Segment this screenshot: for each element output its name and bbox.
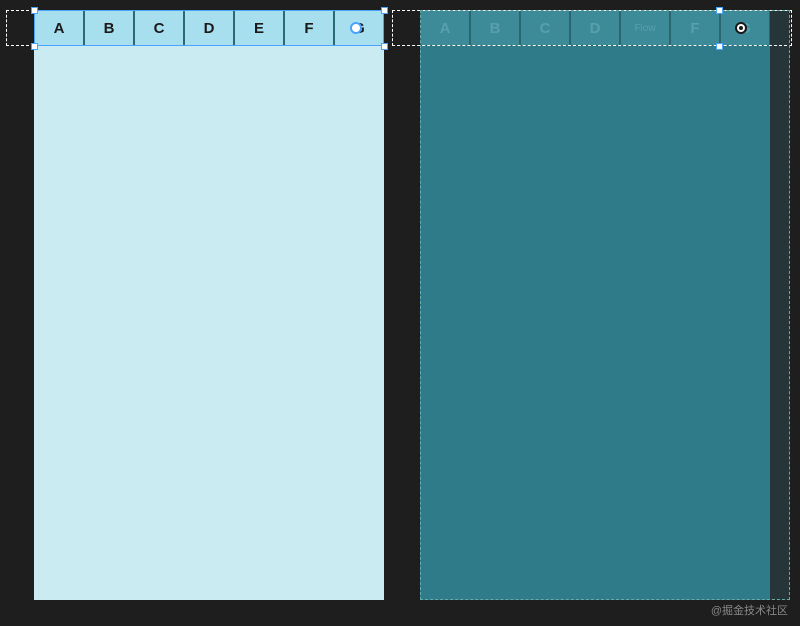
resize-handle[interactable] <box>31 43 38 50</box>
header-cell[interactable]: F <box>284 10 334 46</box>
header-cell-flow[interactable]: Flow <box>620 10 670 46</box>
resize-handle[interactable] <box>716 43 723 50</box>
header-cell[interactable]: B <box>84 10 134 46</box>
constraint-handle-icon[interactable] <box>735 22 747 34</box>
header-cell[interactable]: C <box>134 10 184 46</box>
frame-left[interactable]: A B C D E F G <box>34 10 384 600</box>
resize-handle[interactable] <box>381 43 388 50</box>
resize-handle[interactable] <box>716 7 723 14</box>
header-cell[interactable]: F <box>670 10 720 46</box>
header-cell[interactable]: D <box>184 10 234 46</box>
header-cell[interactable]: C <box>520 10 570 46</box>
frame-right[interactable]: A B C D Flow F G <box>420 10 770 600</box>
header-cell[interactable]: B <box>470 10 520 46</box>
header-row-right: A B C D Flow F G <box>420 10 770 46</box>
header-cell[interactable]: A <box>34 10 84 46</box>
header-cell[interactable]: E <box>234 10 284 46</box>
header-cell[interactable]: A <box>420 10 470 46</box>
header-row-left: A B C D E F G <box>34 10 384 46</box>
constraint-handle-icon[interactable] <box>350 22 362 34</box>
resize-handle[interactable] <box>381 7 388 14</box>
header-cell[interactable]: D <box>570 10 620 46</box>
watermark: @掘金技术社区 <box>711 602 788 618</box>
resize-handle[interactable] <box>31 7 38 14</box>
design-canvas[interactable]: A B C D E F G A B C D Flow F G @掘金技术社区 <box>0 0 800 626</box>
